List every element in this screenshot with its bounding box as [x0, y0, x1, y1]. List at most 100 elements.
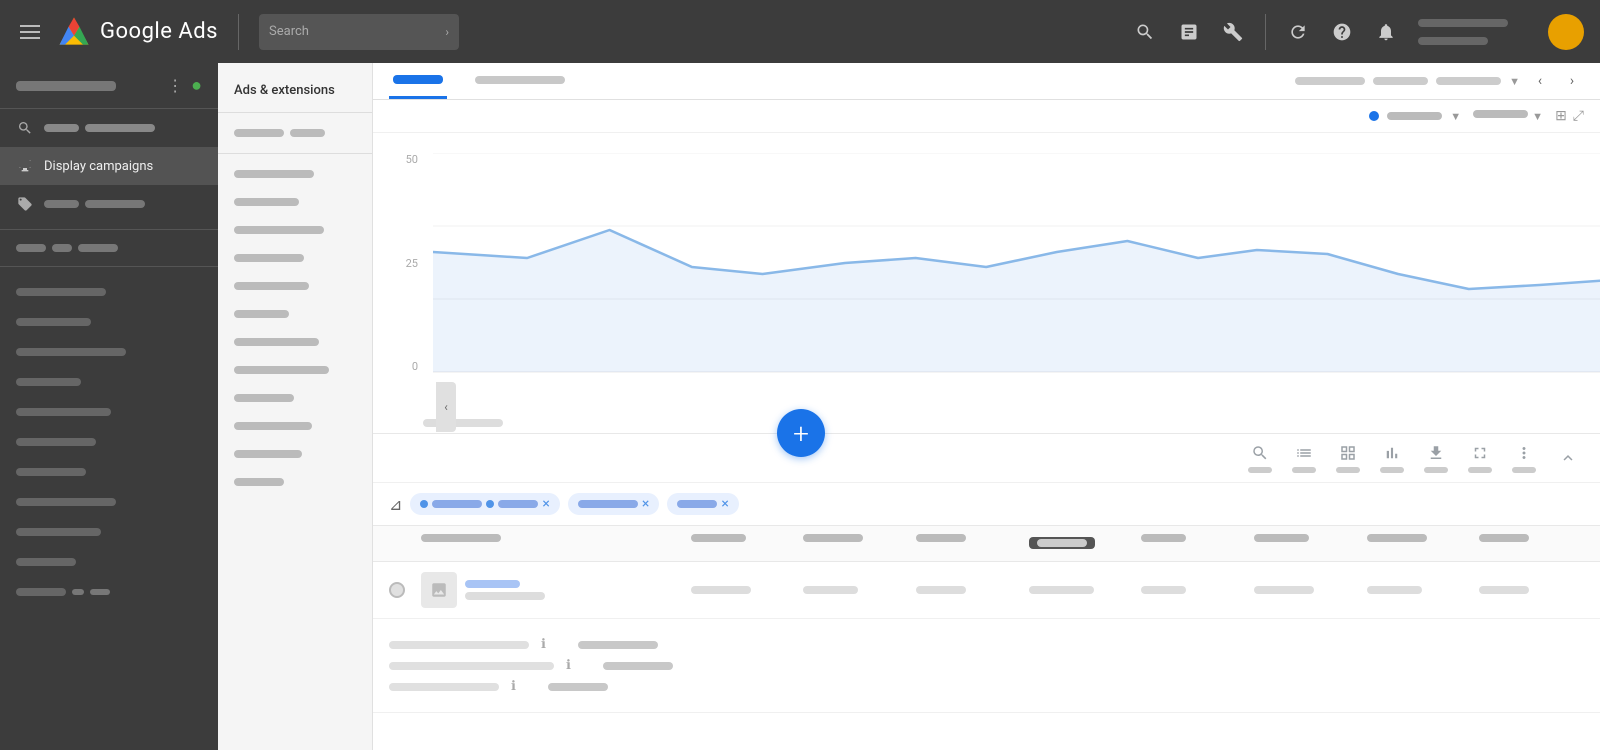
- sec-item[interactable]: [218, 160, 372, 188]
- sidebar-bar: [16, 468, 86, 476]
- sidebar-item[interactable]: [0, 337, 218, 367]
- account-bar-1: [1418, 19, 1508, 27]
- th-col2[interactable]: [803, 534, 908, 553]
- th-col5[interactable]: [1141, 534, 1246, 553]
- sec-bar: [234, 478, 284, 486]
- checkbox[interactable]: [389, 582, 405, 598]
- chip-remove-icon[interactable]: ×: [721, 496, 728, 512]
- td-name: [421, 572, 683, 608]
- prev-btn[interactable]: ‹: [1528, 69, 1552, 93]
- sec-item[interactable]: [218, 356, 372, 384]
- filter-chip-3[interactable]: ×: [667, 493, 738, 515]
- display-campaigns-label: Display campaigns: [44, 159, 153, 174]
- sidebar-account-bar: [16, 81, 116, 91]
- th-col6[interactable]: [1254, 534, 1359, 553]
- expand-icon[interactable]: ⤢: [1573, 108, 1584, 124]
- expand-btn[interactable]: [1464, 442, 1496, 474]
- sidebar-item[interactable]: [0, 307, 218, 337]
- grid-view-btn[interactable]: [1332, 442, 1364, 474]
- sidebar-item[interactable]: [0, 427, 218, 457]
- th-col8[interactable]: [1479, 534, 1584, 553]
- search-bar[interactable]: Search ›: [259, 14, 459, 50]
- sidebar-item[interactable]: [0, 397, 218, 427]
- table-header: [373, 526, 1600, 562]
- sidebar-item[interactable]: [0, 367, 218, 397]
- sec-item[interactable]: [218, 119, 372, 147]
- ctrl-label: [1473, 110, 1528, 118]
- chart-tab-2[interactable]: [471, 64, 569, 99]
- chart-tab-1[interactable]: [389, 63, 447, 99]
- sec-item[interactable]: [218, 244, 372, 272]
- search-tool-btn[interactable]: [1244, 442, 1276, 474]
- td-col4: [1029, 584, 1134, 596]
- blue-dot: [1369, 111, 1379, 121]
- refresh-icon-btn[interactable]: [1278, 12, 1318, 52]
- sidebar-check-icon[interactable]: ●: [191, 75, 202, 96]
- sec-item[interactable]: [218, 188, 372, 216]
- display-icon: [16, 157, 34, 175]
- collapse-sidebar-btn[interactable]: ‹: [436, 382, 456, 432]
- google-ads-logo: Google Ads: [56, 14, 218, 50]
- dot: [72, 589, 84, 595]
- sec-item[interactable]: [218, 272, 372, 300]
- sidebar-item-display[interactable]: Display campaigns: [0, 147, 218, 185]
- notifications-icon-btn[interactable]: [1366, 12, 1406, 52]
- td-col3: [916, 584, 1021, 596]
- sidebar-item[interactable]: [0, 487, 218, 517]
- table-row[interactable]: [373, 562, 1600, 619]
- td-col1: [691, 584, 796, 596]
- sidebar-divider: [0, 266, 218, 267]
- sidebar-item[interactable]: [0, 457, 218, 487]
- add-button[interactable]: +: [777, 409, 825, 457]
- th-col7[interactable]: [1367, 534, 1472, 553]
- th-col4[interactable]: [1029, 534, 1134, 553]
- th-bar-dark: [1037, 539, 1087, 547]
- filter-icon[interactable]: ⊿: [389, 495, 402, 514]
- sec-item[interactable]: [218, 384, 372, 412]
- sidebar-multi-item[interactable]: [0, 236, 218, 260]
- sec-item[interactable]: [218, 300, 372, 328]
- tools-icon-btn[interactable]: [1213, 12, 1253, 52]
- chip-remove-icon[interactable]: ×: [542, 496, 549, 512]
- list-view-btn[interactable]: [1288, 442, 1320, 474]
- sidebar-more-icon[interactable]: ⋮: [167, 76, 183, 95]
- filter-chip-2[interactable]: ×: [568, 493, 659, 515]
- next-btn[interactable]: ›: [1560, 69, 1584, 93]
- more-options-btn[interactable]: [1508, 442, 1540, 474]
- help-icon-btn[interactable]: [1322, 12, 1362, 52]
- sec-item[interactable]: [218, 440, 372, 468]
- filter-chip-1[interactable]: ×: [410, 493, 559, 515]
- sidebar-item[interactable]: [0, 277, 218, 307]
- user-avatar[interactable]: [1548, 14, 1584, 50]
- th-col3[interactable]: [916, 534, 1021, 553]
- sidebar-item[interactable]: [0, 517, 218, 547]
- download-btn[interactable]: [1420, 442, 1452, 474]
- sec-item[interactable]: [218, 328, 372, 356]
- ctrl-dropdown[interactable]: ▼: [1509, 75, 1520, 88]
- view-dropdown[interactable]: ▼: [1532, 110, 1543, 123]
- tool-label: [1468, 467, 1492, 473]
- metric-dropdown[interactable]: ▼: [1450, 110, 1461, 123]
- sec-item[interactable]: [218, 216, 372, 244]
- sidebar-item[interactable]: [0, 577, 218, 607]
- td-sub-label: [465, 592, 545, 600]
- sec-item[interactable]: [218, 412, 372, 440]
- sidebar-item-search[interactable]: [0, 109, 218, 147]
- th-col1[interactable]: [691, 534, 796, 553]
- mini-bar: [52, 244, 72, 252]
- collapse-table-btn[interactable]: [1552, 442, 1584, 474]
- detail-section: ℹ ℹ ℹ: [373, 619, 1600, 713]
- row-checkbox[interactable]: [389, 582, 413, 598]
- toggle-view-icons: ▼: [1473, 110, 1543, 123]
- chip-remove-icon[interactable]: ×: [642, 496, 649, 512]
- search-icon-btn[interactable]: [1125, 12, 1165, 52]
- reports-icon-btn[interactable]: [1169, 12, 1209, 52]
- hamburger-icon[interactable]: [16, 21, 44, 43]
- th-name[interactable]: [421, 534, 683, 553]
- sidebar-item[interactable]: [0, 547, 218, 577]
- table-icon[interactable]: ⊞: [1555, 108, 1567, 124]
- sec-item[interactable]: [218, 468, 372, 496]
- sidebar-item-tag[interactable]: [0, 185, 218, 223]
- chart-view-btn[interactable]: [1376, 442, 1408, 474]
- tool-label: [1248, 467, 1272, 473]
